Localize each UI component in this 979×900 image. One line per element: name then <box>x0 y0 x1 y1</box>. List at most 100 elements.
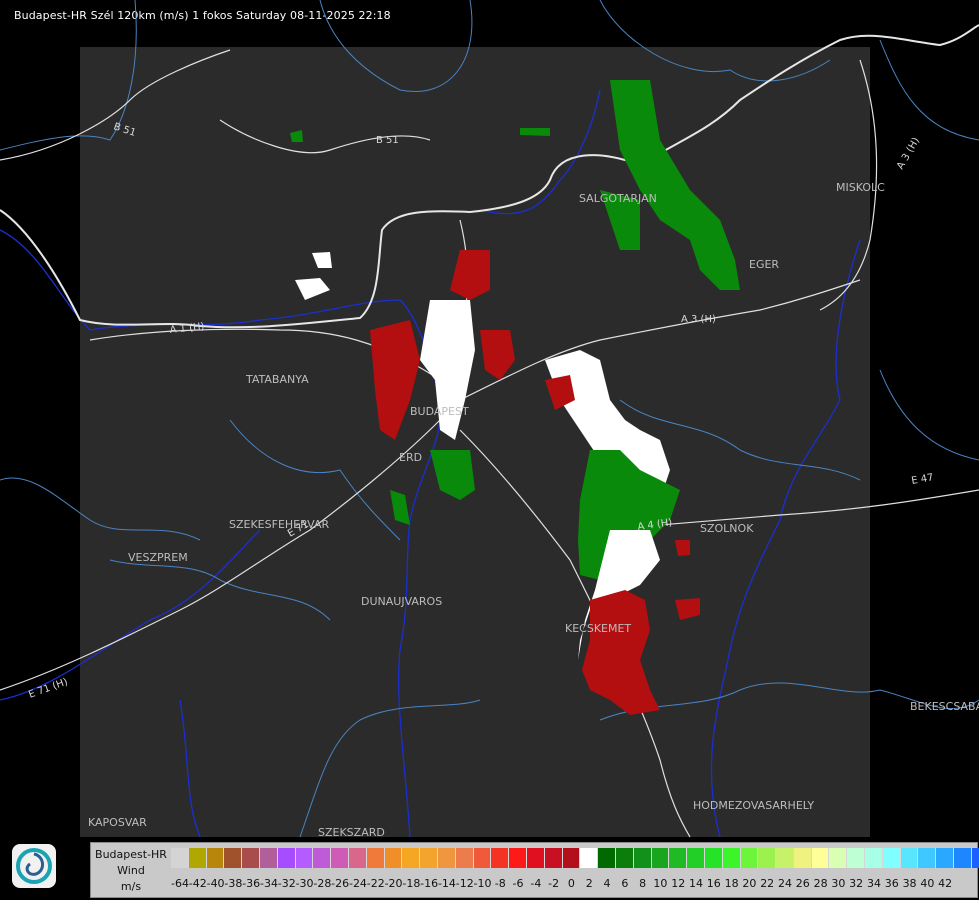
legend-tick-labels: -64 -42 -40 -38 -36 -34 -32 -30 -28 -26 -24 -22 -20-… <box>171 877 954 890</box>
legend-tick-label: 20 <box>742 877 757 890</box>
city-label: KECSKEMET <box>565 622 631 635</box>
legend-swatch <box>669 848 688 868</box>
legend-swatch <box>580 848 599 868</box>
city-label: SZEKESFEHERVAR <box>229 518 330 531</box>
legend-tick-label: 28 <box>813 877 828 890</box>
road-label: A 3 (H) <box>681 314 716 325</box>
legend-swatch <box>384 848 403 868</box>
legend-tick-label: -16 <box>420 877 439 890</box>
legend-tick-label: -10 <box>473 877 492 890</box>
legend-tick-label: 42 <box>938 877 953 890</box>
city-label: SALGOTARJAN <box>579 192 657 205</box>
legend-swatch <box>206 848 225 868</box>
legend-swatch <box>420 848 438 868</box>
radar-coverage-area <box>80 47 870 837</box>
legend-title-line: m/s <box>120 880 142 893</box>
legend-swatches <box>171 848 979 868</box>
road-label: E 47 <box>911 472 935 487</box>
legend-swatch <box>704 848 723 868</box>
legend-title-line: Wind <box>117 864 145 877</box>
legend-swatch <box>793 848 812 868</box>
legend-tick-label: -18 <box>402 877 421 890</box>
legend-tick-label: 2 <box>585 877 593 890</box>
legend-tick-label: 30 <box>831 877 846 890</box>
legend-swatch <box>295 848 314 868</box>
legend-tick-label: 24 <box>777 877 792 890</box>
legend-swatch <box>188 848 207 868</box>
legend-tick-label: -6 <box>512 877 524 890</box>
legend-swatch <box>633 848 652 868</box>
legend-swatch <box>171 848 189 868</box>
legend-swatch <box>936 848 955 868</box>
legend-tick-label: 26 <box>795 877 810 890</box>
legend-swatch <box>473 848 492 868</box>
legend-swatch <box>918 848 937 868</box>
city-label: EGER <box>749 258 779 271</box>
legend-swatch <box>544 848 563 868</box>
swirl-logo-icon <box>16 848 52 884</box>
legend-swatch <box>242 848 260 868</box>
legend-swatch <box>651 848 670 868</box>
city-label: BEKESCSABA <box>910 700 979 713</box>
city-label: BUDAPEST <box>410 405 469 418</box>
legend-swatch <box>829 848 848 868</box>
legend-tick-label: -26 <box>331 877 350 890</box>
legend-swatch <box>331 848 349 868</box>
legend-swatch <box>740 848 759 868</box>
legend-swatch <box>455 848 474 868</box>
city-label: ERD <box>399 451 422 464</box>
road-label: E 71 (H) <box>27 677 69 701</box>
legend-swatch <box>259 848 278 868</box>
legend-tick-label: -32 <box>277 877 296 890</box>
legend-tick-label: -40 <box>206 877 225 890</box>
legend-tick-label: 40 <box>920 877 935 890</box>
legend-title: Budapest-HR Wind m/s <box>91 847 171 895</box>
legend-tick-label: -42 <box>188 877 207 890</box>
service-logo <box>12 844 56 888</box>
legend-tick-label: 10 <box>653 877 668 890</box>
legend-tick-label: 22 <box>760 877 775 890</box>
legend-swatch <box>900 848 919 868</box>
legend-swatch <box>882 848 901 868</box>
city-label: MISKOLC <box>836 181 885 194</box>
legend-swatch <box>491 848 510 868</box>
city-label: VESZPREM <box>128 551 188 564</box>
legend-tick-label: -38 <box>224 877 243 890</box>
legend-swatch <box>847 848 866 868</box>
legend-tick-label: -20 <box>384 877 403 890</box>
legend-swatch <box>348 848 367 868</box>
legend-tick-label: 38 <box>902 877 917 890</box>
legend-swatch <box>615 848 634 868</box>
legend-tick-label: 32 <box>849 877 864 890</box>
legend-swatch <box>509 848 527 868</box>
legend-swatch <box>811 848 830 868</box>
legend-tick-label: -8 <box>494 877 506 890</box>
legend-swatch <box>722 848 741 868</box>
legend-tick-label: 34 <box>866 877 881 890</box>
legend-tick-label: -12 <box>455 877 474 890</box>
city-label: SZEKSZARD <box>318 826 385 839</box>
legend-swatch <box>865 848 883 868</box>
legend-tick-label: -14 <box>437 877 456 890</box>
wind-legend: Budapest-HR Wind m/s -64 -42 -40 -38 -36 -34-… <box>90 842 979 898</box>
legend-swatch <box>526 848 545 868</box>
city-label: TATABANYA <box>245 373 309 386</box>
legend-tick-label: -34 <box>259 877 278 890</box>
legend-swatch <box>954 848 972 868</box>
city-label: KAPOSVAR <box>88 816 147 829</box>
legend-tick-label: 0 <box>567 877 575 890</box>
legend-tick-label: -22 <box>366 877 385 890</box>
legend-tick-label: 6 <box>621 877 629 890</box>
legend-swatch <box>562 848 581 868</box>
legend-tick-label: 16 <box>706 877 721 890</box>
legend-swatch <box>366 848 385 868</box>
legend-swatch <box>402 848 421 868</box>
legend-tick-label: -2 <box>548 877 560 890</box>
legend-tick-label: 14 <box>689 877 703 890</box>
city-label: SZOLNOK <box>700 522 754 535</box>
legend-swatch <box>758 848 777 868</box>
legend-swatch <box>224 848 243 868</box>
city-label: HODMEZOVASARHELY <box>693 799 814 812</box>
road-label: B 51 <box>376 135 399 146</box>
city-label: DUNAUJVAROS <box>361 595 442 608</box>
